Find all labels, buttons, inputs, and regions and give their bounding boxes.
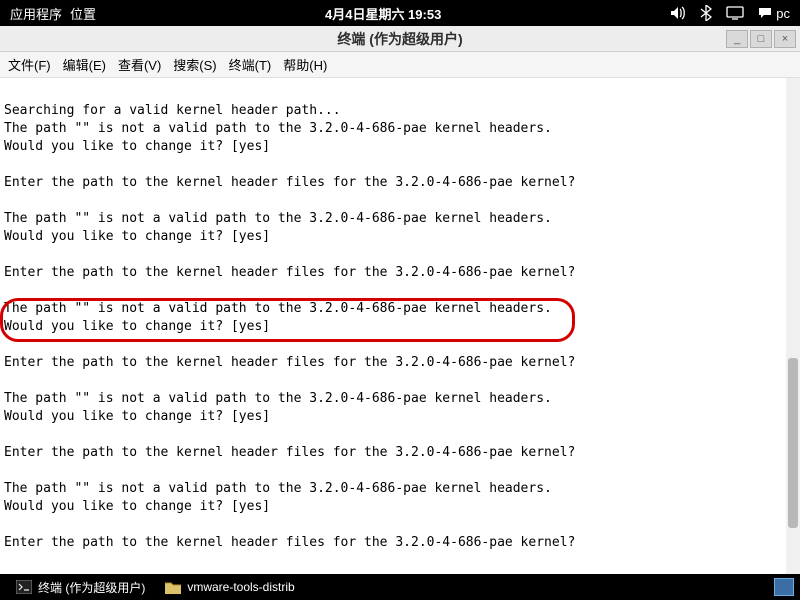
menu-file[interactable]: 文件(F): [8, 55, 51, 74]
taskbar-item-terminal[interactable]: 终端 (作为超级用户): [6, 574, 155, 600]
user-label: pc: [776, 6, 790, 21]
terminal-area: Searching for a valid kernel header path…: [0, 78, 800, 574]
scrollbar[interactable]: [786, 78, 800, 574]
folder-icon: [165, 579, 181, 595]
menu-edit[interactable]: 编辑(E): [63, 55, 106, 74]
top-panel: 应用程序 位置 4月4日星期六 19:53 pc: [0, 0, 800, 26]
window-titlebar[interactable]: 终端 (作为超级用户) _ □ ×: [0, 26, 800, 52]
window-title: 终端 (作为超级用户): [0, 29, 800, 49]
menu-help[interactable]: 帮助(H): [283, 55, 327, 74]
volume-icon[interactable]: [670, 6, 686, 20]
window-controls: _ □ ×: [726, 30, 796, 48]
clock[interactable]: 4月4日星期六 19:53: [96, 4, 670, 23]
bottom-tray: [774, 578, 794, 596]
menu-bar: 文件(F) 编辑(E) 查看(V) 搜索(S) 终端(T) 帮助(H): [0, 52, 800, 78]
maximize-button[interactable]: □: [750, 30, 772, 48]
scroll-thumb[interactable]: [788, 358, 798, 528]
menu-view[interactable]: 查看(V): [118, 55, 161, 74]
display-icon[interactable]: [726, 6, 744, 20]
terminal-output[interactable]: Searching for a valid kernel header path…: [0, 78, 786, 574]
menu-search[interactable]: 搜索(S): [173, 55, 216, 74]
minimize-button[interactable]: _: [726, 30, 748, 48]
taskbar-label: vmware-tools-distrib: [187, 580, 294, 594]
terminal-icon: [16, 579, 32, 595]
taskbar-item-folder[interactable]: vmware-tools-distrib: [155, 574, 304, 600]
menu-terminal[interactable]: 终端(T): [229, 55, 272, 74]
close-button[interactable]: ×: [774, 30, 796, 48]
top-panel-right: pc: [670, 5, 790, 21]
taskbar-label: 终端 (作为超级用户): [38, 579, 145, 596]
bottom-panel: 终端 (作为超级用户) vmware-tools-distrib: [0, 574, 800, 600]
bluetooth-icon[interactable]: [700, 5, 712, 21]
chat-icon: [758, 7, 772, 19]
applications-menu[interactable]: 应用程序: [10, 4, 62, 23]
places-menu[interactable]: 位置: [70, 4, 96, 23]
user-menu[interactable]: pc: [758, 6, 790, 21]
top-panel-left: 应用程序 位置: [10, 4, 96, 23]
workspace-switcher[interactable]: [774, 578, 794, 596]
